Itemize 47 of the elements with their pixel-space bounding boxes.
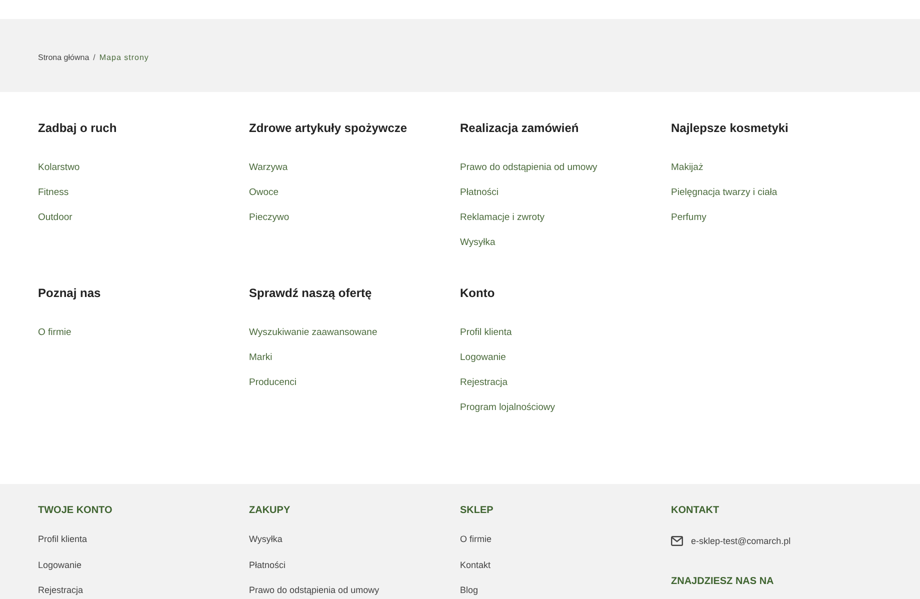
sitemap-link[interactable]: Płatności xyxy=(460,186,499,198)
sitemap-link[interactable]: Producenci xyxy=(249,376,297,388)
footer-link[interactable]: O firmie xyxy=(460,533,492,545)
sitemap-link[interactable]: Fitness xyxy=(38,186,69,198)
section-heading: Sprawdź naszą ofertę xyxy=(249,285,372,301)
breadcrumb-separator: / xyxy=(93,53,96,63)
footer-link[interactable]: Profil klienta xyxy=(38,533,88,545)
sitemap-link[interactable]: Marki xyxy=(249,352,272,364)
sitemap-link[interactable]: Rejestracja xyxy=(460,376,508,388)
footer-link[interactable]: Płatności xyxy=(249,558,286,570)
sitemap-link[interactable]: Warzywa xyxy=(249,162,288,174)
section-heading: Konto xyxy=(460,285,495,301)
email-link[interactable]: e-sklep-test@comarch.pl xyxy=(691,535,791,547)
sitemap-link[interactable]: Prawo do odstąpienia od umowy xyxy=(460,162,598,174)
sitemap-link[interactable]: Pielęgnacja twarzy i ciała xyxy=(671,186,778,198)
sitemap-link[interactable]: Outdoor xyxy=(38,212,72,224)
sitemap-link[interactable]: Perfumy xyxy=(671,212,706,224)
sitemap-link[interactable]: Profil klienta xyxy=(460,326,512,338)
footer-heading: ZNAJDZIESZ NAS NA xyxy=(671,575,774,589)
sitemap-link[interactable]: Wysyłka xyxy=(460,236,496,248)
sitemap-link[interactable]: Owoce xyxy=(249,186,279,198)
footer-heading: KONTAKT xyxy=(671,504,720,518)
footer-heading: ZAKUPY xyxy=(249,504,290,518)
footer-link[interactable]: Blog xyxy=(460,584,478,596)
mail-icon xyxy=(671,536,683,546)
section-heading: Realizacja zamówień xyxy=(460,120,579,136)
footer-link[interactable]: Logowanie xyxy=(38,558,82,570)
footer-heading: TWOJE KONTO xyxy=(38,504,112,518)
breadcrumb-link[interactable]: Mapa strony xyxy=(99,53,149,63)
sitemap-link[interactable]: Logowanie xyxy=(460,352,506,364)
footer-link[interactable]: Wysyłka xyxy=(249,533,282,545)
sitemap-link[interactable]: Kolarstwo xyxy=(38,162,80,174)
section-heading: Poznaj nas xyxy=(38,285,101,301)
sitemap-link[interactable]: Program lojalnościowy xyxy=(460,402,556,414)
section-heading: Zdrowe artykuły spożywcze xyxy=(249,120,408,136)
sitemap-link[interactable]: Pieczywo xyxy=(249,212,290,224)
sitemap-link[interactable]: O firmie xyxy=(38,326,72,338)
sitemap-link[interactable]: Makijaż xyxy=(671,162,704,174)
footer-link[interactable]: Rejestracja xyxy=(38,584,84,596)
footer-link[interactable]: Prawo do odstąpienia od umowy xyxy=(249,584,380,596)
sitemap-link[interactable]: Wyszukiwanie zaawansowane xyxy=(249,326,378,338)
section-heading: Najlepsze kosmetyki xyxy=(671,120,788,136)
footer-link[interactable]: Kontakt xyxy=(460,558,491,570)
section-heading: Zadbaj o ruch xyxy=(38,120,117,136)
breadcrumb-link[interactable]: Strona główna xyxy=(38,53,90,63)
footer-heading: SKLEP xyxy=(460,504,494,518)
sitemap-link[interactable]: Reklamacje i zwroty xyxy=(460,212,544,224)
